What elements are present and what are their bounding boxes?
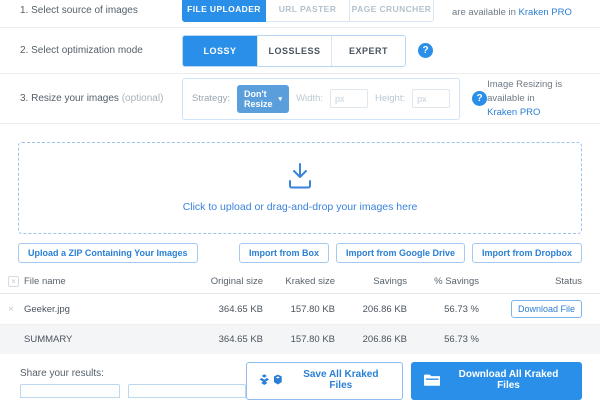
cloud-save-icons bbox=[259, 374, 284, 386]
strategy-label: Strategy: bbox=[192, 93, 230, 104]
width-input[interactable] bbox=[330, 89, 368, 108]
tab-file-uploader[interactable]: FILE UPLOADER bbox=[182, 0, 266, 22]
upload-zip-button[interactable]: Upload a ZIP Containing Your Images bbox=[18, 243, 198, 263]
source-tabs: FILE UPLOADER URL PASTER PAGE CRUNCHER bbox=[182, 0, 434, 22]
optimization-mode-segmented: LOSSY LOSSLESS EXPERT bbox=[182, 35, 406, 67]
kraken-pro-link[interactable]: Kraken PRO bbox=[519, 7, 572, 18]
import-box-button[interactable]: Import from Box bbox=[239, 243, 329, 263]
cell-original-size: 364.65 KB bbox=[191, 304, 263, 315]
table-row: × Geeker.jpg 364.65 KB 157.80 KB 206.86 … bbox=[0, 294, 600, 325]
resize-label: 3. Resize your images (optional) bbox=[20, 93, 182, 104]
remove-file-icon[interactable]: × bbox=[8, 304, 24, 315]
height-input[interactable] bbox=[412, 89, 450, 108]
header-pct-savings: % Savings bbox=[407, 276, 479, 287]
strategy-dropdown-value: Don't Resize bbox=[244, 89, 273, 109]
summary-kraked-size: 157.80 KB bbox=[263, 334, 335, 345]
import-actions-row: Upload a ZIP Containing Your Images Impo… bbox=[0, 243, 600, 269]
optimization-help-icon[interactable]: ? bbox=[418, 43, 433, 58]
resize-controls: Strategy: Don't Resize ▾ Width: Height: bbox=[182, 78, 460, 120]
select-source-row: 1. Select source of images FILE UPLOADER… bbox=[0, 0, 600, 28]
strategy-dropdown[interactable]: Don't Resize ▾ bbox=[237, 85, 289, 113]
source-label: 1. Select source of images bbox=[20, 5, 182, 16]
download-all-label: Download All Kraked Files bbox=[448, 369, 569, 391]
header-kraked-size: Kraked size bbox=[263, 276, 335, 287]
tab-page-cruncher[interactable]: PAGE CRUNCHER bbox=[350, 0, 434, 22]
download-file-button[interactable]: Download File bbox=[511, 300, 582, 318]
table-header-row: × File name Original size Kraked size Sa… bbox=[0, 269, 600, 294]
optimization-mode-row: 2. Select optimization mode LOSSY LOSSLE… bbox=[0, 28, 600, 74]
save-all-kraked-files-button[interactable]: Save All Kraked Files bbox=[246, 362, 403, 400]
summary-original-size: 364.65 KB bbox=[191, 334, 263, 345]
remove-all-icon[interactable]: × bbox=[8, 276, 19, 287]
download-all-kraked-files-button[interactable]: Download All Kraked Files bbox=[411, 362, 582, 400]
header-status: Status bbox=[479, 276, 582, 287]
tab-url-paster[interactable]: URL PASTER bbox=[266, 0, 350, 22]
kraken-optimizer-page: 1. Select source of images FILE UPLOADER… bbox=[0, 0, 600, 400]
share-results: Share your results: bbox=[20, 362, 246, 400]
height-label: Height: bbox=[375, 93, 405, 104]
footer-actions: Save All Kraked Files Download All Krake… bbox=[246, 362, 582, 400]
source-pro-note-text: are available in bbox=[452, 7, 519, 18]
dropzone-text: Click to upload or drag-and-drop your im… bbox=[183, 201, 418, 213]
resize-row: 3. Resize your images (optional) Strateg… bbox=[0, 74, 600, 124]
zip-folder-icon bbox=[424, 374, 440, 386]
share-button-1[interactable] bbox=[20, 384, 120, 398]
share-buttons bbox=[20, 384, 246, 398]
cell-kraked-size: 157.80 KB bbox=[263, 304, 335, 315]
upload-arrow-icon bbox=[285, 163, 315, 189]
chevron-down-icon: ▾ bbox=[279, 95, 283, 103]
source-pro-note: are available in Kraken PRO bbox=[452, 6, 580, 20]
resize-label-text: 3. Resize your images bbox=[20, 93, 119, 104]
header-savings: Savings bbox=[335, 276, 407, 287]
footer-bar: Share your results: Save All Kraked File… bbox=[0, 354, 600, 400]
resize-help-icon[interactable]: ? bbox=[472, 91, 487, 106]
cell-status: Download File bbox=[479, 300, 582, 318]
summary-savings: 206.86 KB bbox=[335, 334, 407, 345]
cell-pct-savings: 56.73 % bbox=[407, 304, 479, 315]
mode-expert-button[interactable]: EXPERT bbox=[331, 36, 405, 66]
width-label: Width: bbox=[296, 93, 323, 104]
kraken-pro-link-2[interactable]: Kraken PRO bbox=[487, 107, 540, 118]
mode-lossy-button[interactable]: LOSSY bbox=[183, 36, 257, 66]
cell-savings: 206.86 KB bbox=[335, 304, 407, 315]
results-table: × File name Original size Kraked size Sa… bbox=[0, 269, 600, 354]
header-file-name: File name bbox=[24, 276, 191, 287]
resize-pro-note-text: Image Resizing is available in bbox=[487, 79, 562, 104]
upload-dropzone[interactable]: Click to upload or drag-and-drop your im… bbox=[18, 142, 582, 234]
resize-label-optional: (optional) bbox=[122, 93, 164, 104]
summary-label: SUMMARY bbox=[24, 334, 191, 345]
cell-file-name: Geeker.jpg bbox=[24, 304, 191, 315]
header-original-size: Original size bbox=[191, 276, 263, 287]
import-dropbox-button[interactable]: Import from Dropbox bbox=[472, 243, 582, 263]
share-button-2[interactable] bbox=[128, 384, 246, 398]
mode-lossless-button[interactable]: LOSSLESS bbox=[257, 36, 331, 66]
resize-pro-note: Image Resizing is available in Kraken PR… bbox=[487, 78, 580, 119]
import-google-drive-button[interactable]: Import from Google Drive bbox=[336, 243, 465, 263]
optimization-label: 2. Select optimization mode bbox=[20, 45, 182, 56]
save-all-label: Save All Kraked Files bbox=[292, 369, 389, 391]
summary-row: SUMMARY 364.65 KB 157.80 KB 206.86 KB 56… bbox=[0, 325, 600, 354]
summary-pct-savings: 56.73 % bbox=[407, 334, 479, 345]
share-results-label: Share your results: bbox=[20, 368, 246, 379]
